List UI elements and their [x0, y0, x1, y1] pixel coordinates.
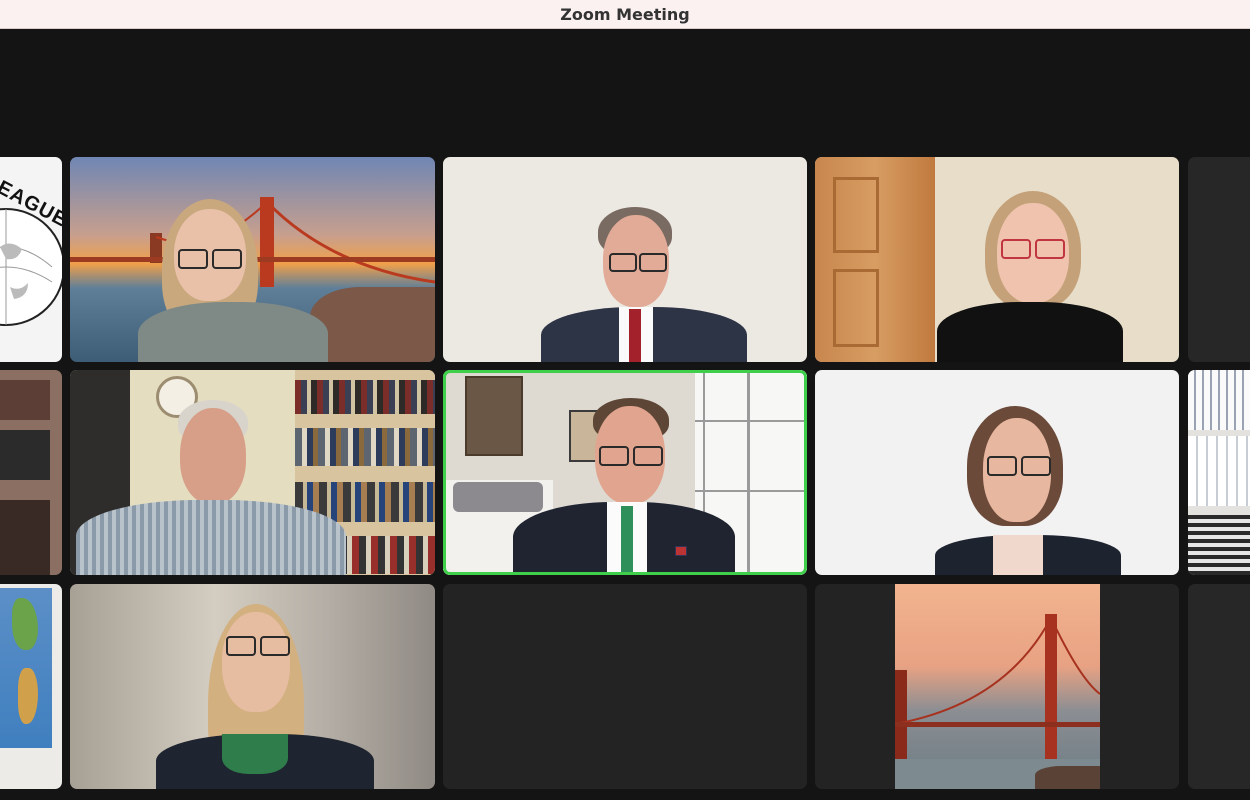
video-tile-woman-white-wall[interactable]	[815, 370, 1179, 575]
golden-gate-photo	[895, 584, 1100, 789]
video-tile-left-edge-map[interactable]	[0, 584, 62, 789]
hillside	[310, 287, 435, 362]
video-tile-empty[interactable]	[443, 584, 807, 789]
video-tile-golden-gate-image[interactable]	[815, 584, 1179, 789]
video-tile-right-edge-files[interactable]	[1188, 370, 1250, 575]
flag-pin-icon	[675, 546, 687, 556]
video-tile-woman-wood-door[interactable]	[815, 157, 1179, 362]
video-tile-league-logo[interactable]: EAGUE	[0, 157, 62, 362]
world-map	[0, 588, 52, 748]
video-tile-active-speaker[interactable]	[443, 370, 807, 575]
window-title: Zoom Meeting	[560, 4, 690, 24]
window-titlebar: Zoom Meeting	[0, 0, 1250, 29]
video-tile-right-edge-empty-bottom[interactable]	[1188, 584, 1250, 789]
video-tile-left-edge-room[interactable]	[0, 370, 62, 575]
video-tile-woman-golden-gate[interactable]	[70, 157, 435, 362]
wall-painting	[465, 376, 523, 456]
video-tile-woman-blurred-room[interactable]	[70, 584, 435, 789]
video-tile-right-edge-empty-top[interactable]	[1188, 157, 1250, 362]
gallery-view: EAGUE	[0, 29, 1250, 800]
video-tile-elderly-man-bookshelf[interactable]	[70, 370, 435, 575]
video-tile-man-red-tie[interactable]	[443, 157, 807, 362]
